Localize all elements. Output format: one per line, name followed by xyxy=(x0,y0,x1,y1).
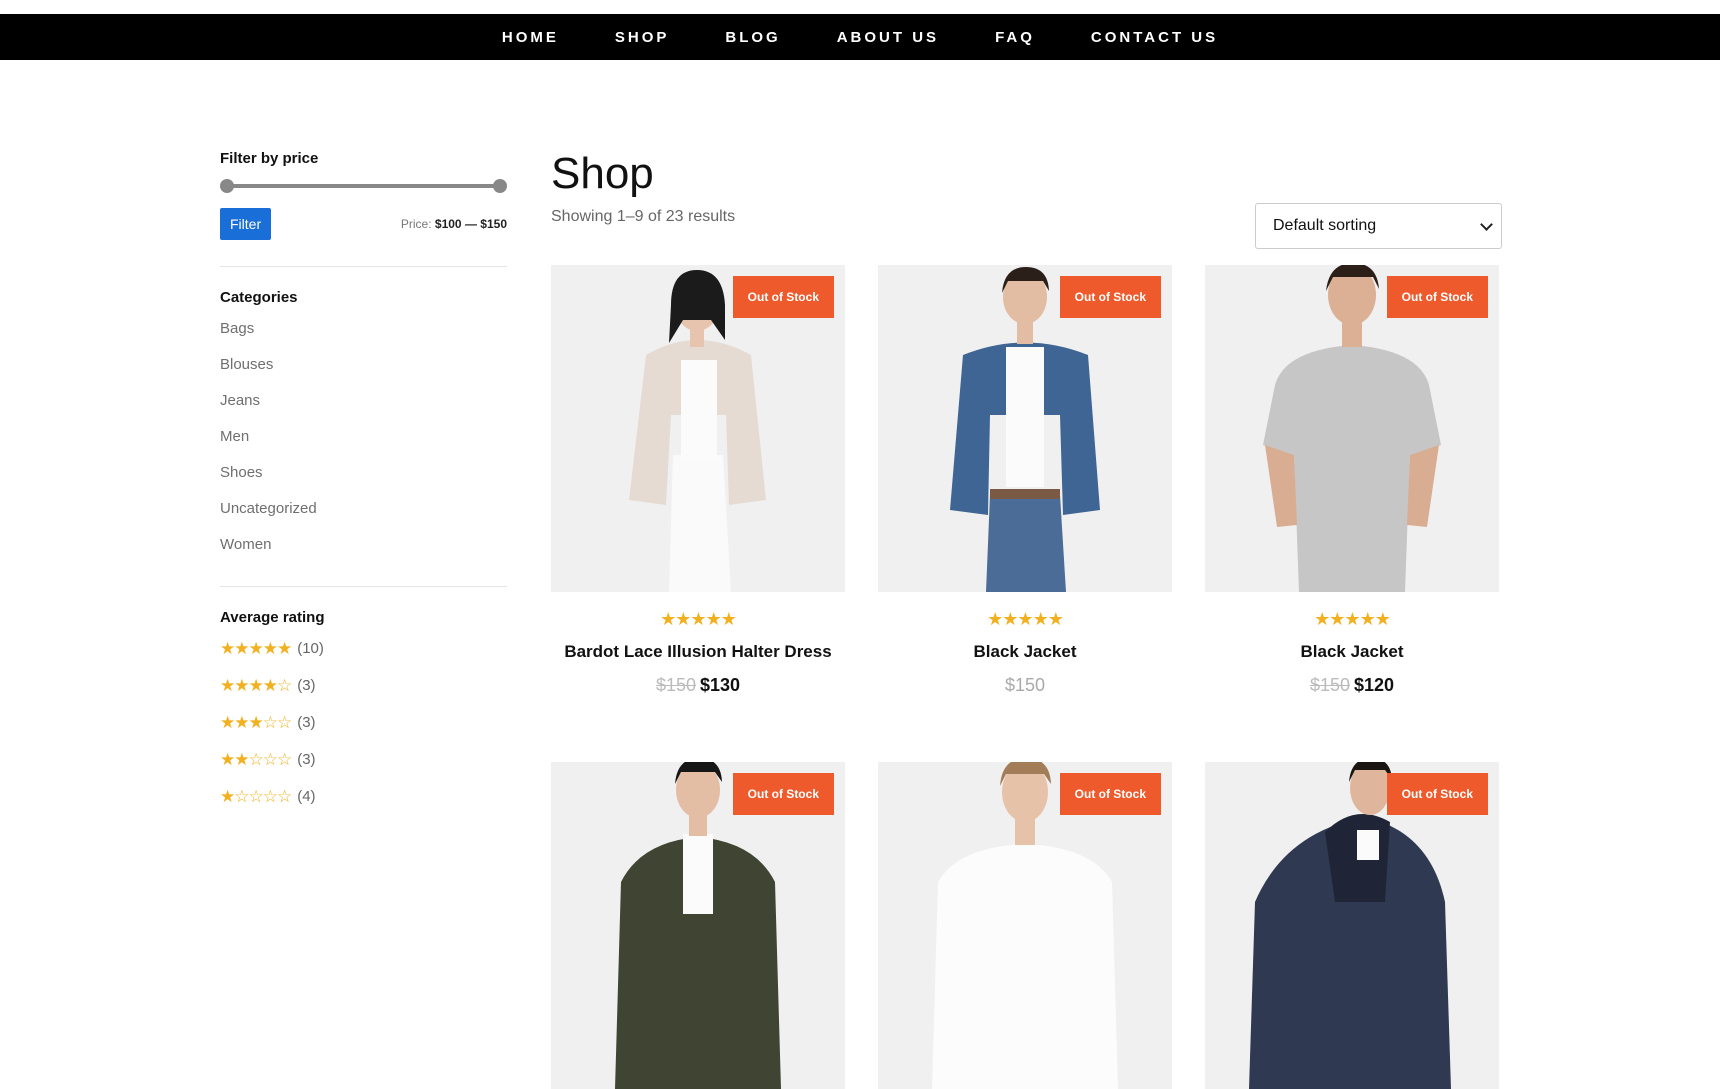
out-of-stock-badge: Out of Stock xyxy=(732,773,834,815)
average-rating-heading: Average rating xyxy=(220,609,325,626)
rating-filter-1[interactable]: ★☆☆☆☆ (4) xyxy=(220,788,507,825)
price-range-label: Price: $100 — $150 xyxy=(401,217,507,231)
rating-count: (4) xyxy=(297,788,316,805)
product-name[interactable]: Bardot Lace Illusion Halter Dress xyxy=(551,642,845,662)
rating-count: (10) xyxy=(297,640,324,657)
out-of-stock-badge: Out of Stock xyxy=(732,276,834,318)
price-max: $150 xyxy=(480,217,507,231)
star-rating-icon: ★★★★★ xyxy=(220,639,292,658)
rating-count: (3) xyxy=(297,751,316,768)
rating-filter-3[interactable]: ★★★☆☆ (3) xyxy=(220,714,507,751)
category-list: Bags Blouses Jeans Men Shoes Uncategoriz… xyxy=(220,320,507,572)
star-rating-icon: ★★☆☆☆ xyxy=(220,750,292,769)
star-rating-icon: ★★★☆☆ xyxy=(220,713,292,732)
filter-row: Filter Price: $100 — $150 xyxy=(220,208,507,240)
category-uncategorized[interactable]: Uncategorized xyxy=(220,500,507,536)
product-price: $150 $130 xyxy=(551,675,845,696)
out-of-stock-badge: Out of Stock xyxy=(1059,276,1161,318)
product-card[interactable]: Out of Stock xyxy=(551,762,845,1089)
nav-about-us[interactable]: ABOUT US xyxy=(837,29,939,46)
out-of-stock-badge: Out of Stock xyxy=(1059,773,1161,815)
filter-by-price-heading: Filter by price xyxy=(220,150,319,167)
nav-blog[interactable]: BLOG xyxy=(725,29,780,46)
product-image[interactable]: Out of Stock xyxy=(878,762,1172,1089)
filter-button[interactable]: Filter xyxy=(220,208,272,240)
product-image[interactable]: Out of Stock xyxy=(551,762,845,1089)
rating-count: (3) xyxy=(297,714,316,731)
out-of-stock-badge: Out of Stock xyxy=(1386,276,1488,318)
product-card[interactable]: Out of Stock xyxy=(878,762,1172,1089)
sidebar: Filter by price Filter Price: $100 — $15… xyxy=(220,150,507,825)
rating-filter-list: ★★★★★ (10) ★★★★☆ (3) ★★★☆☆ (3) ★★☆☆☆ (3) ★☆☆… xyxy=(220,640,507,825)
product-image[interactable]: Out of Stock xyxy=(1205,265,1499,592)
nav-contact-us[interactable]: CONTACT US xyxy=(1091,29,1218,46)
product-image[interactable]: Out of Stock xyxy=(551,265,845,592)
star-rating-icon: ★☆☆☆☆ xyxy=(220,787,292,806)
sidebar-divider xyxy=(220,266,507,267)
product-card[interactable]: Out of Stock xyxy=(1205,762,1499,1089)
top-navigation: HOME SHOP BLOG ABOUT US FAQ CONTACT US xyxy=(0,14,1720,60)
price-prefix: Price: xyxy=(400,217,432,231)
star-rating-icon: ★★★★☆ xyxy=(220,676,292,695)
category-shoes[interactable]: Shoes xyxy=(220,464,507,500)
category-jeans[interactable]: Jeans xyxy=(220,392,507,428)
original-price: $150 xyxy=(655,675,696,695)
original-price: $150 xyxy=(1309,675,1350,695)
rating-filter-4[interactable]: ★★★★☆ (3) xyxy=(220,677,507,714)
slider-track xyxy=(224,184,503,188)
product-star-rating: ★★★★★ xyxy=(1314,609,1391,629)
rating-filter-5[interactable]: ★★★★★ (10) xyxy=(220,640,507,677)
category-women[interactable]: Women xyxy=(220,536,507,572)
sale-price: $130 xyxy=(700,675,741,695)
sale-price: $120 xyxy=(1354,675,1395,695)
product-card[interactable]: Out of Stock ★★★★★ Black Jacket $150 $120 xyxy=(1205,265,1499,696)
chevron-down-icon xyxy=(1480,217,1493,231)
price-separator: — xyxy=(464,217,477,231)
product-card[interactable]: Out of Stock ★★★★★ Black Jacket $150 xyxy=(878,265,1172,696)
product-star-rating: ★★★★★ xyxy=(987,609,1064,629)
regular-price: $150 xyxy=(1004,675,1046,695)
nav-home[interactable]: HOME xyxy=(502,29,559,46)
product-name[interactable]: Black Jacket xyxy=(878,642,1172,662)
product-image[interactable]: Out of Stock xyxy=(1205,762,1499,1089)
categories-heading: Categories xyxy=(220,289,298,306)
shop-main: Shop Showing 1–9 of 23 results Default s… xyxy=(551,149,1502,1089)
product-price: $150 $120 xyxy=(1205,675,1499,696)
nav-shop[interactable]: SHOP xyxy=(615,29,670,46)
sidebar-divider xyxy=(220,586,507,587)
slider-min-handle[interactable] xyxy=(220,179,234,193)
page-title: Shop xyxy=(551,149,654,198)
sort-select[interactable]: Default sorting xyxy=(1255,203,1502,249)
product-card[interactable]: Out of Stock ★★★★★ Bardot Lace Illusion … xyxy=(551,265,845,696)
category-men[interactable]: Men xyxy=(220,428,507,464)
product-image[interactable]: Out of Stock xyxy=(878,265,1172,592)
price-range-slider[interactable] xyxy=(220,177,507,195)
slider-max-handle[interactable] xyxy=(493,179,507,193)
product-star-rating: ★★★★★ xyxy=(660,609,737,629)
product-price: $150 xyxy=(878,675,1172,696)
price-min: $100 xyxy=(434,217,462,231)
rating-count: (3) xyxy=(297,677,316,694)
category-blouses[interactable]: Blouses xyxy=(220,356,507,392)
sort-selected-label: Default sorting xyxy=(1273,217,1377,234)
out-of-stock-badge: Out of Stock xyxy=(1386,773,1488,815)
rating-filter-2[interactable]: ★★☆☆☆ (3) xyxy=(220,751,507,788)
product-name[interactable]: Black Jacket xyxy=(1205,642,1499,662)
nav-faq[interactable]: FAQ xyxy=(995,29,1035,46)
category-bags[interactable]: Bags xyxy=(220,320,507,356)
